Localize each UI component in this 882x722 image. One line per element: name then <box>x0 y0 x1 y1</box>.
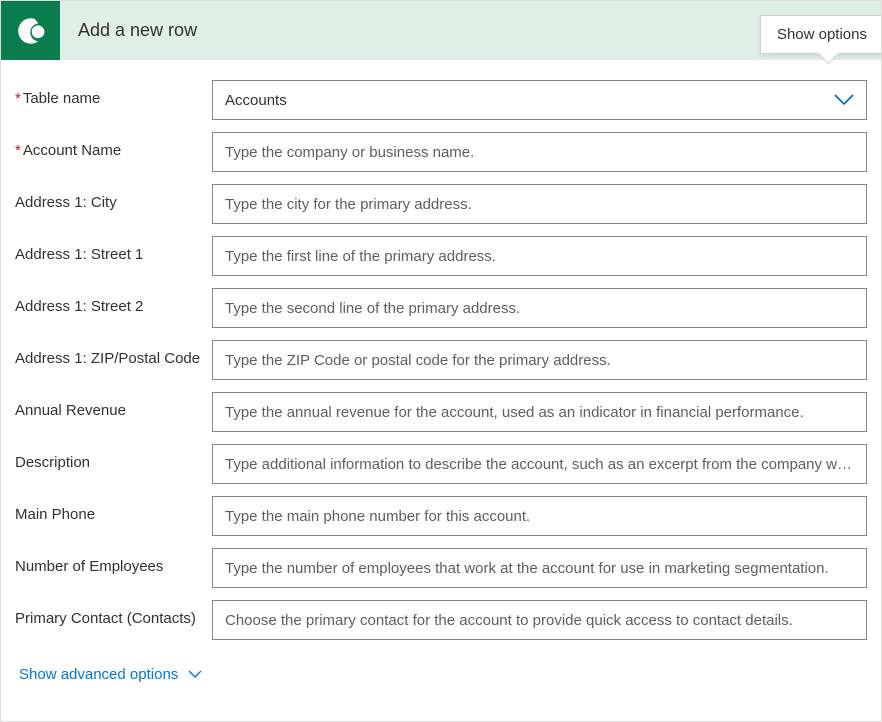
card-header: Add a new row Show options <box>1 1 881 60</box>
label-primary-contact: Primary Contact (Contacts) <box>15 600 212 629</box>
label-description: Description <box>15 444 212 473</box>
table-name-value: Accounts <box>225 92 287 109</box>
card-title: Add a new row <box>60 20 197 41</box>
row-street1: Address 1: Street 1 <box>15 236 867 276</box>
city-input[interactable] <box>212 184 867 224</box>
advanced-label: Show advanced options <box>19 666 178 683</box>
primary-contact-input[interactable] <box>212 600 867 640</box>
description-input[interactable] <box>212 444 867 484</box>
row-city: Address 1: City <box>15 184 867 224</box>
row-phone: Main Phone <box>15 496 867 536</box>
chevron-down-icon <box>832 88 856 112</box>
row-primary-contact: Primary Contact (Contacts) <box>15 600 867 640</box>
label-account-name: *Account Name <box>15 132 212 161</box>
show-advanced-options-link[interactable]: Show advanced options <box>15 652 202 683</box>
chevron-down-icon <box>188 670 202 679</box>
row-account-name: *Account Name <box>15 132 867 172</box>
phone-input[interactable] <box>212 496 867 536</box>
label-employees: Number of Employees <box>15 548 212 577</box>
row-description: Description <box>15 444 867 484</box>
dataverse-icon <box>14 14 48 48</box>
row-table-name: *Table name Accounts <box>15 80 867 120</box>
label-street2: Address 1: Street 2 <box>15 288 212 317</box>
label-street1: Address 1: Street 1 <box>15 236 212 265</box>
row-street2: Address 1: Street 2 <box>15 288 867 328</box>
label-zip: Address 1: ZIP/Postal Code <box>15 340 212 369</box>
street2-input[interactable] <box>212 288 867 328</box>
row-zip: Address 1: ZIP/Postal Code <box>15 340 867 380</box>
dataverse-logo <box>1 1 60 60</box>
street1-input[interactable] <box>212 236 867 276</box>
employees-input[interactable] <box>212 548 867 588</box>
label-table-name: *Table name <box>15 80 212 109</box>
label-city: Address 1: City <box>15 184 212 213</box>
show-options-tooltip[interactable]: Show options <box>760 15 881 54</box>
revenue-input[interactable] <box>212 392 867 432</box>
zip-input[interactable] <box>212 340 867 380</box>
row-revenue: Annual Revenue <box>15 392 867 432</box>
label-revenue: Annual Revenue <box>15 392 212 421</box>
table-name-select[interactable]: Accounts <box>212 80 867 120</box>
account-name-input[interactable] <box>212 132 867 172</box>
form-body: *Table name Accounts *Account Name Addre… <box>1 60 881 683</box>
label-phone: Main Phone <box>15 496 212 525</box>
row-employees: Number of Employees <box>15 548 867 588</box>
